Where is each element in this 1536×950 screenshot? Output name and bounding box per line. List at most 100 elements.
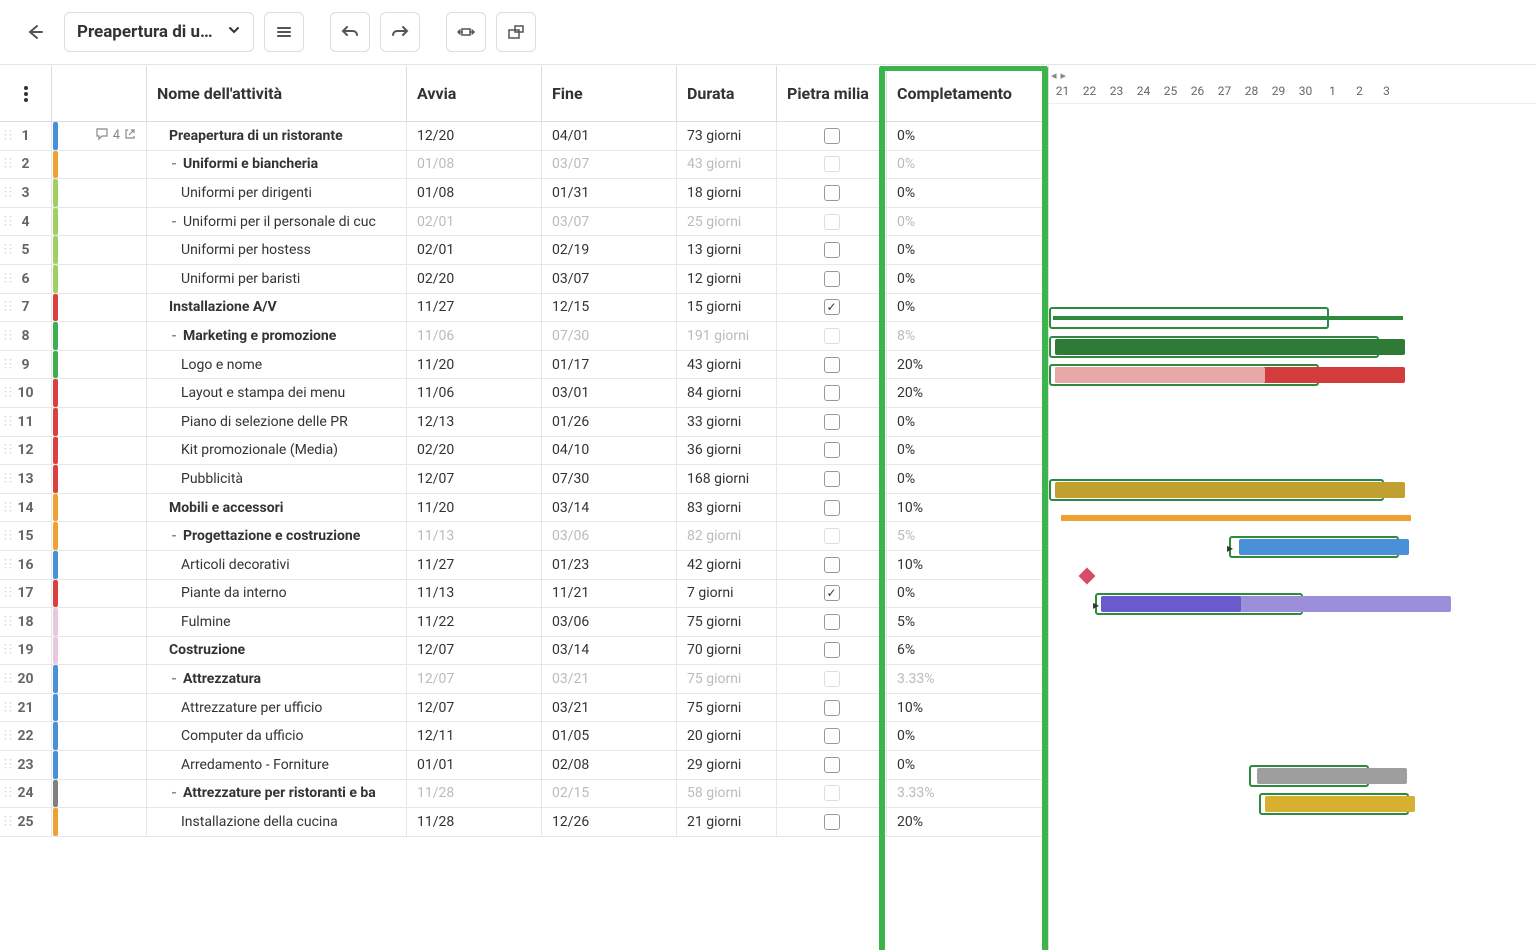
milestone-cell[interactable]	[777, 265, 887, 293]
row-number[interactable]: ······4	[0, 208, 52, 236]
col-header-start[interactable]: Avvia	[407, 66, 542, 121]
end-cell[interactable]: 03/06	[542, 522, 677, 550]
task-row[interactable]: ······24 -Attrezzature per ristoranti e b…	[0, 780, 1048, 809]
gantt-bar[interactable]	[1055, 482, 1405, 498]
task-row[interactable]: ······20-Attrezzatura12/0703/2175 giorni…	[0, 665, 1048, 694]
milestone-cell[interactable]: ✓	[777, 580, 887, 608]
duration-cell[interactable]: 20 giorni	[677, 722, 777, 750]
duration-cell[interactable]: 29 giorni	[677, 751, 777, 779]
row-number[interactable]: ······24	[0, 780, 52, 808]
col-header-completion[interactable]: Completamento	[887, 66, 1047, 121]
milestone-checkbox[interactable]	[824, 614, 840, 630]
task-row[interactable]: ······9Logo e nome11/2001/1743 giorni20%	[0, 351, 1048, 380]
task-name-cell[interactable]: -Attrezzature per ristoranti e ba	[147, 780, 407, 808]
end-cell[interactable]: 03/14	[542, 494, 677, 522]
milestone-cell[interactable]	[777, 751, 887, 779]
milestone-checkbox[interactable]	[824, 642, 840, 658]
milestone-checkbox[interactable]	[824, 156, 840, 172]
end-cell[interactable]: 03/07	[542, 208, 677, 236]
duration-cell[interactable]: 43 giorni	[677, 151, 777, 179]
milestone-checkbox[interactable]	[824, 271, 840, 287]
drag-handle-icon[interactable]: ······	[4, 616, 14, 628]
task-name-cell[interactable]: -Progettazione e costruzione	[147, 522, 407, 550]
task-name-cell[interactable]: Costruzione	[147, 637, 407, 665]
milestone-checkbox[interactable]	[824, 385, 840, 401]
start-cell[interactable]: 11/20	[407, 494, 542, 522]
task-row[interactable]: ······25Installazione della cucina11/281…	[0, 808, 1048, 837]
milestone-checkbox[interactable]	[824, 785, 840, 801]
drag-handle-icon[interactable]: ······	[4, 787, 14, 799]
drag-handle-icon[interactable]: ······	[4, 330, 14, 342]
row-number[interactable]: ······8	[0, 322, 52, 350]
timeline-row[interactable]: ▸	[1049, 590, 1536, 619]
duration-cell[interactable]: 73 giorni	[677, 122, 777, 150]
end-cell[interactable]: 01/17	[542, 351, 677, 379]
timeline-row[interactable]	[1049, 790, 1536, 819]
completion-cell[interactable]: 8%	[887, 322, 1047, 350]
start-cell[interactable]: 02/20	[407, 437, 542, 465]
open-icon[interactable]	[124, 128, 136, 144]
end-cell[interactable]: 01/05	[542, 722, 677, 750]
end-cell[interactable]: 02/15	[542, 780, 677, 808]
duration-cell[interactable]: 75 giorni	[677, 694, 777, 722]
timeline-scroll-left[interactable]: ◂	[1051, 69, 1057, 82]
task-row[interactable]: ······10Layout e stampa dei menu11/0603/…	[0, 379, 1048, 408]
start-cell[interactable]: 11/06	[407, 379, 542, 407]
milestone-checkbox[interactable]	[824, 328, 840, 344]
start-cell[interactable]: 01/08	[407, 179, 542, 207]
timeline-row[interactable]	[1049, 190, 1536, 219]
start-cell[interactable]: 12/20	[407, 122, 542, 150]
timeline-row[interactable]	[1049, 419, 1536, 448]
end-cell[interactable]: 03/21	[542, 694, 677, 722]
row-number[interactable]: ······18	[0, 608, 52, 636]
completion-cell[interactable]: 6%	[887, 637, 1047, 665]
row-number[interactable]: ······10	[0, 379, 52, 407]
timeline-body[interactable]: ▸▸	[1049, 104, 1536, 819]
task-row[interactable]: ······3Uniformi per dirigenti01/0801/311…	[0, 179, 1048, 208]
start-cell[interactable]: 11/28	[407, 808, 542, 836]
end-cell[interactable]: 12/15	[542, 294, 677, 322]
end-cell[interactable]: 07/30	[542, 465, 677, 493]
end-cell[interactable]: 01/31	[542, 179, 677, 207]
completion-cell[interactable]: 20%	[887, 808, 1047, 836]
duration-cell[interactable]: 83 giorni	[677, 494, 777, 522]
drag-handle-icon[interactable]: ······	[4, 644, 14, 656]
milestone-checkbox[interactable]: ✓	[824, 585, 840, 601]
task-name-cell[interactable]: -Marketing e promozione	[147, 322, 407, 350]
milestone-cell[interactable]	[777, 494, 887, 522]
task-name-cell[interactable]: Layout e stampa dei menu	[147, 379, 407, 407]
milestone-cell[interactable]	[777, 608, 887, 636]
task-row[interactable]: ······7Installazione A/V11/2712/1515 gio…	[0, 294, 1048, 323]
duration-cell[interactable]: 33 giorni	[677, 408, 777, 436]
timeline-row[interactable]	[1049, 447, 1536, 476]
drag-handle-icon[interactable]: ······	[4, 444, 14, 456]
task-row[interactable]: ······11Piano di selezione delle PR12/13…	[0, 408, 1048, 437]
completion-cell[interactable]: 0%	[887, 465, 1047, 493]
milestone-checkbox[interactable]	[824, 500, 840, 516]
start-cell[interactable]: 11/13	[407, 522, 542, 550]
completion-cell[interactable]: 0%	[887, 236, 1047, 264]
milestone-checkbox[interactable]	[824, 700, 840, 716]
gantt-bar[interactable]	[1055, 367, 1265, 383]
milestone-cell[interactable]	[777, 551, 887, 579]
gantt-bar[interactable]	[1265, 796, 1415, 812]
end-cell[interactable]: 11/21	[542, 580, 677, 608]
row-number[interactable]: ······7	[0, 294, 52, 322]
milestone-cell[interactable]	[777, 379, 887, 407]
milestone-cell[interactable]	[777, 208, 887, 236]
fit-width-button[interactable]	[446, 12, 486, 52]
timeline-row[interactable]	[1049, 476, 1536, 505]
drag-handle-icon[interactable]: ······	[4, 187, 14, 199]
milestone-checkbox[interactable]	[824, 471, 840, 487]
task-row[interactable]: ······5Uniformi per hostess02/0102/1913 …	[0, 236, 1048, 265]
drag-handle-icon[interactable]: ······	[4, 673, 14, 685]
task-name-cell[interactable]: -Attrezzatura	[147, 665, 407, 693]
timeline-row[interactable]	[1049, 104, 1536, 133]
timeline-row[interactable]	[1049, 562, 1536, 591]
completion-cell[interactable]: 10%	[887, 694, 1047, 722]
drag-handle-icon[interactable]: ······	[4, 702, 14, 714]
completion-cell[interactable]: 5%	[887, 522, 1047, 550]
milestone-cell[interactable]	[777, 665, 887, 693]
menu-button[interactable]	[264, 12, 304, 52]
gantt-bar[interactable]	[1257, 768, 1407, 784]
